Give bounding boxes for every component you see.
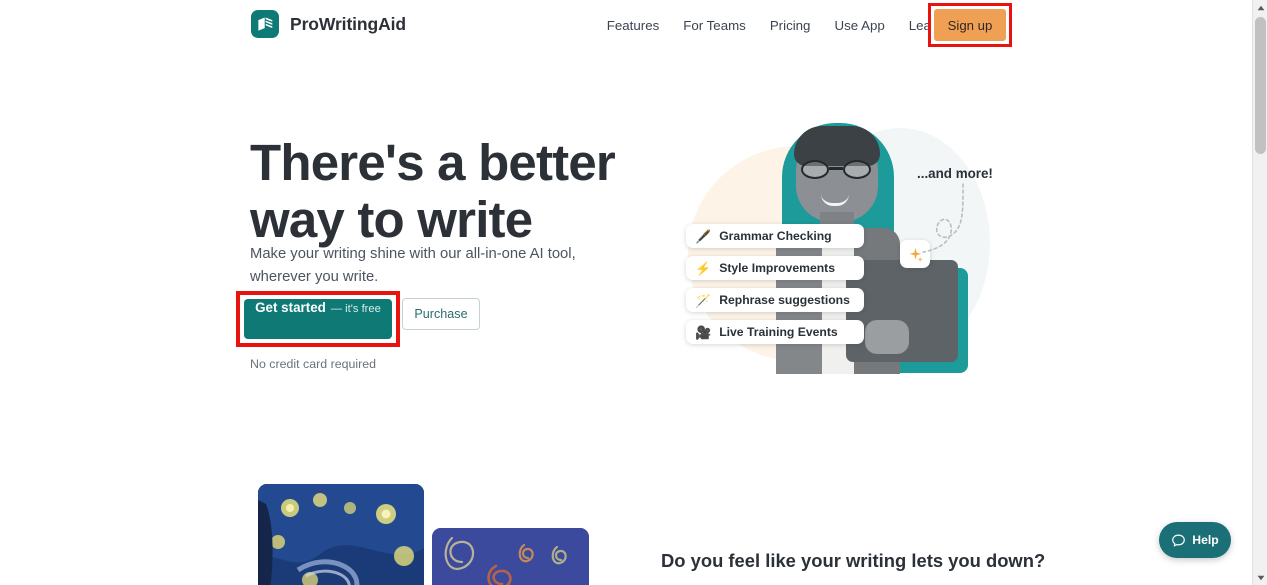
nav-link-for-teams[interactable]: For Teams: [671, 18, 758, 33]
nav-link-use-app[interactable]: Use App: [822, 18, 896, 33]
person-glasses-icon: [801, 160, 873, 179]
get-started-note: — it's free: [330, 303, 381, 315]
help-label: Help: [1192, 533, 1219, 547]
no-credit-card-note: No credit card required: [250, 357, 377, 371]
glasses-lens-right: [843, 160, 871, 179]
curved-dotted-arrow-icon: [922, 183, 964, 253]
nav-link-pricing[interactable]: Pricing: [758, 18, 823, 33]
feature-card-style-improvements: ⚡ Style Improvements: [686, 256, 864, 280]
vertical-scrollbar[interactable]: [1252, 0, 1267, 585]
feature-label: Style Improvements: [719, 261, 836, 275]
brand-logo[interactable]: ProWritingAid: [251, 10, 406, 38]
blue-doodle-artwork: [432, 528, 589, 585]
hero-subheading: Make your writing shine with our all-in-…: [250, 245, 576, 285]
get-started-label: Get started: [255, 300, 326, 315]
get-started-highlight-box: Get started — it's free: [236, 291, 400, 347]
feature-card-list: 🖋️ Grammar Checking ⚡ Style Improvements…: [686, 224, 864, 344]
chat-bubble-icon: [1172, 534, 1186, 546]
page-viewport: ProWritingAid Features For Teams Pricing…: [0, 0, 1252, 585]
feature-card-rephrase-suggestions: 🪄 Rephrase suggestions: [686, 288, 864, 312]
feature-card-live-training-events: 🎥 Live Training Events: [686, 320, 864, 344]
scroll-up-arrow-icon[interactable]: [1253, 0, 1267, 15]
help-widget-button[interactable]: Help: [1159, 522, 1231, 558]
scroll-down-arrow-icon[interactable]: [1253, 570, 1267, 585]
glasses-lens-left: [801, 160, 829, 179]
purchase-button[interactable]: Purchase: [402, 298, 480, 330]
book-pages-icon: [251, 10, 279, 38]
person-hand: [865, 320, 909, 354]
get-started-button[interactable]: Get started — it's free: [244, 299, 392, 339]
lower-section-question: Do you feel like your writing lets you d…: [661, 550, 1046, 571]
movie-camera-icon: 🎥: [695, 324, 712, 340]
starry-night-artwork: [258, 484, 424, 585]
hero-illustration: 🖋️ Grammar Checking ⚡ Style Improvements…: [660, 108, 1005, 374]
and-more-annotation: ...and more!: [917, 166, 993, 181]
sign-up-button[interactable]: Sign up: [934, 9, 1006, 41]
feature-label: Rephrase suggestions: [719, 293, 850, 307]
quill-pen-icon: 🖋️: [695, 228, 712, 244]
feature-label: Grammar Checking: [719, 229, 832, 243]
glasses-bridge: [829, 167, 843, 170]
browser-page: ProWritingAid Features For Teams Pricing…: [0, 0, 1267, 585]
feature-label: Live Training Events: [719, 325, 838, 339]
site-header: ProWritingAid Features For Teams Pricing…: [0, 0, 1252, 50]
hero-heading: There's a better way to write: [250, 134, 616, 249]
nav-link-features[interactable]: Features: [595, 18, 671, 33]
scrollbar-thumb[interactable]: [1255, 17, 1266, 154]
lightning-bolt-icon: ⚡: [695, 260, 712, 276]
brand-name: ProWritingAid: [290, 13, 407, 34]
magic-wand-icon: 🪄: [695, 292, 712, 308]
signup-highlight-box: Sign up: [928, 3, 1012, 47]
feature-card-grammar-checking: 🖋️ Grammar Checking: [686, 224, 864, 248]
